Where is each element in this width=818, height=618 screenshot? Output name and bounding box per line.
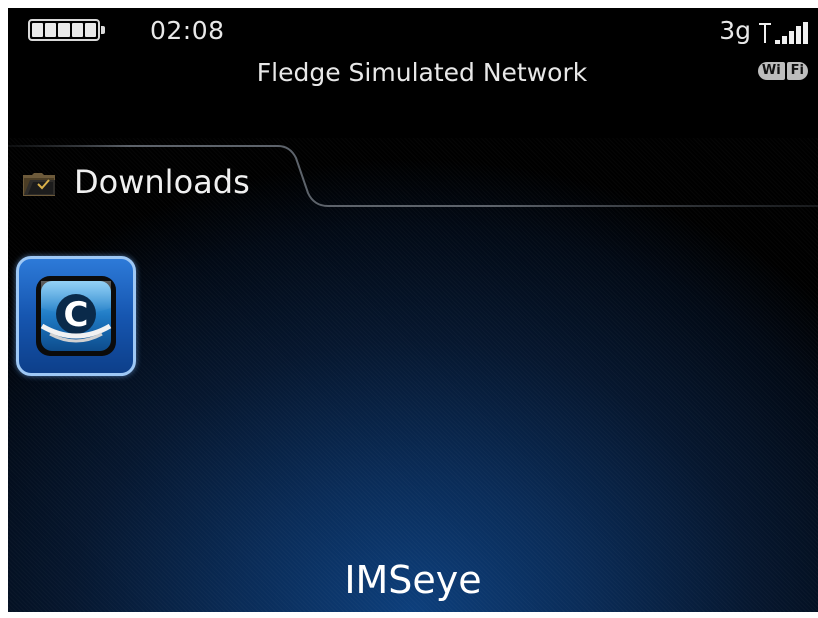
network-name: Fledge Simulated Network bbox=[256, 58, 588, 87]
wifi-label-wi: Wi bbox=[757, 62, 785, 80]
folder-icon bbox=[23, 173, 55, 196]
antenna-icon bbox=[759, 23, 771, 43]
imseye-app-tile[interactable]: C bbox=[16, 256, 136, 376]
network-type: 3g bbox=[719, 16, 751, 45]
battery-icon bbox=[28, 19, 105, 41]
imseye-app-icon: C bbox=[36, 276, 116, 356]
wifi-label-fi: Fi bbox=[786, 62, 808, 80]
svg-text:C: C bbox=[64, 295, 89, 335]
focused-app-label: IMSeye bbox=[344, 558, 482, 602]
signal-bars-icon bbox=[775, 22, 808, 44]
radio-status: 3g bbox=[719, 16, 808, 46]
clock-time: 02:08 bbox=[150, 16, 225, 45]
wifi-icon: Wi Fi bbox=[757, 62, 808, 80]
home-screen: 02:08 3g Fledge Simulated Network Wi Fi bbox=[8, 8, 818, 612]
folder-title: Downloads bbox=[74, 163, 250, 201]
folder-header[interactable]: Downloads bbox=[8, 138, 818, 228]
status-bar: 02:08 3g Fledge Simulated Network Wi Fi bbox=[8, 8, 818, 138]
network-name-row: Fledge Simulated Network bbox=[8, 58, 818, 87]
